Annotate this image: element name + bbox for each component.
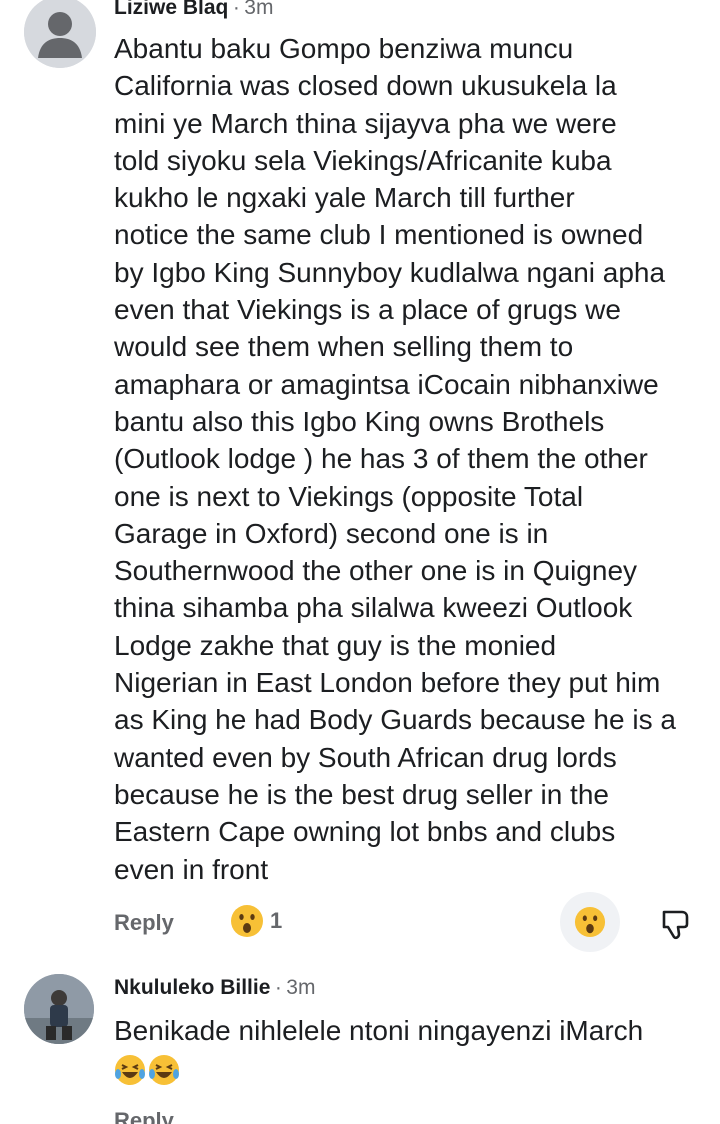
laughing-tears-emoji-icon [149,1055,179,1085]
default-user-icon [24,0,96,68]
react-button[interactable] [560,892,620,952]
comment-header: Nkululeko Billie · 3m [114,976,315,1000]
separator: · [274,976,282,999]
comment-actions: Reply [114,1104,720,1124]
comment-text: Abantu baku Gompo benziwa muncu Californ… [114,33,676,885]
avatar[interactable] [24,0,96,68]
reaction-summary[interactable]: 1 [230,904,282,938]
author-name[interactable]: Liziwe Blaq [114,0,228,19]
wow-emoji-icon [574,906,606,938]
reply-button[interactable]: Reply [114,910,174,936]
timestamp[interactable]: 3m [244,0,273,19]
emoji-row [114,1054,180,1086]
comment-text: Benikade nihlelele ntoni ningayenzi iMar… [114,1015,644,1046]
reaction-count: 1 [270,908,283,933]
thumbs-down-icon [662,910,689,940]
timestamp[interactable]: 3m [286,976,315,999]
dislike-button[interactable] [656,904,696,944]
separator: · [232,0,240,19]
laughing-tears-emoji-icon [115,1055,145,1085]
comment-header: Liziwe Blaq · 3m [114,0,273,20]
profile-photo [24,974,94,1044]
reply-button[interactable]: Reply [114,1108,174,1124]
wow-emoji-icon [231,905,263,937]
comment-actions: Reply 1 [114,892,720,952]
avatar[interactable] [24,974,94,1044]
author-name[interactable]: Nkululeko Billie [114,976,270,999]
